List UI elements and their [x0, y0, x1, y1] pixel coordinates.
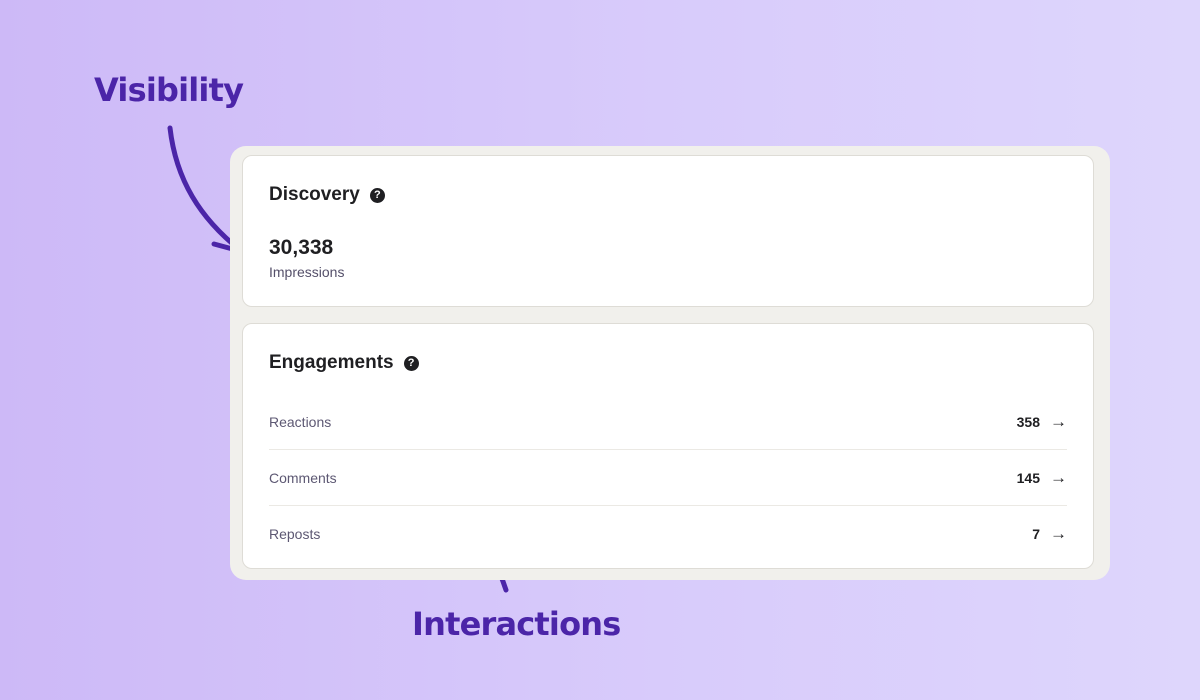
- visibility-annotation: Visibility: [94, 71, 244, 109]
- arrow-right-icon[interactable]: →: [1050, 413, 1067, 430]
- interactions-annotation: Interactions: [412, 605, 621, 643]
- discovery-header: Discovery ?: [269, 184, 385, 206]
- impressions-value: 30,338: [269, 236, 334, 259]
- discovery-card: Discovery ? 30,338 Impressions: [242, 155, 1094, 307]
- engagement-row-comments[interactable]: Comments 145 →: [269, 450, 1067, 506]
- impressions-label: Impressions: [269, 264, 345, 280]
- comments-label: Comments: [269, 469, 337, 486]
- engagement-row-reposts[interactable]: Reposts 7 →: [269, 506, 1067, 561]
- discovery-title: Discovery: [269, 184, 360, 205]
- reposts-label: Reposts: [269, 525, 321, 542]
- reactions-label: Reactions: [269, 413, 332, 430]
- comments-count: 145: [1016, 469, 1040, 486]
- engagements-header: Engagements ?: [269, 352, 419, 374]
- engagements-list: Reactions 358 → Comments 145 → Reposts 7…: [269, 394, 1067, 561]
- reactions-count: 358: [1016, 413, 1040, 430]
- reposts-count: 7: [1032, 525, 1040, 542]
- engagements-title: Engagements: [269, 352, 394, 373]
- arrow-right-icon[interactable]: →: [1050, 525, 1067, 542]
- analytics-panel: Discovery ? 30,338 Impressions Engagemen…: [230, 146, 1110, 580]
- engagement-row-reactions[interactable]: Reactions 358 →: [269, 394, 1067, 450]
- help-icon[interactable]: ?: [369, 187, 385, 203]
- arrow-right-icon[interactable]: →: [1050, 469, 1067, 486]
- help-icon[interactable]: ?: [403, 355, 419, 371]
- engagements-card: Engagements ? Reactions 358 → Comments 1…: [242, 323, 1094, 569]
